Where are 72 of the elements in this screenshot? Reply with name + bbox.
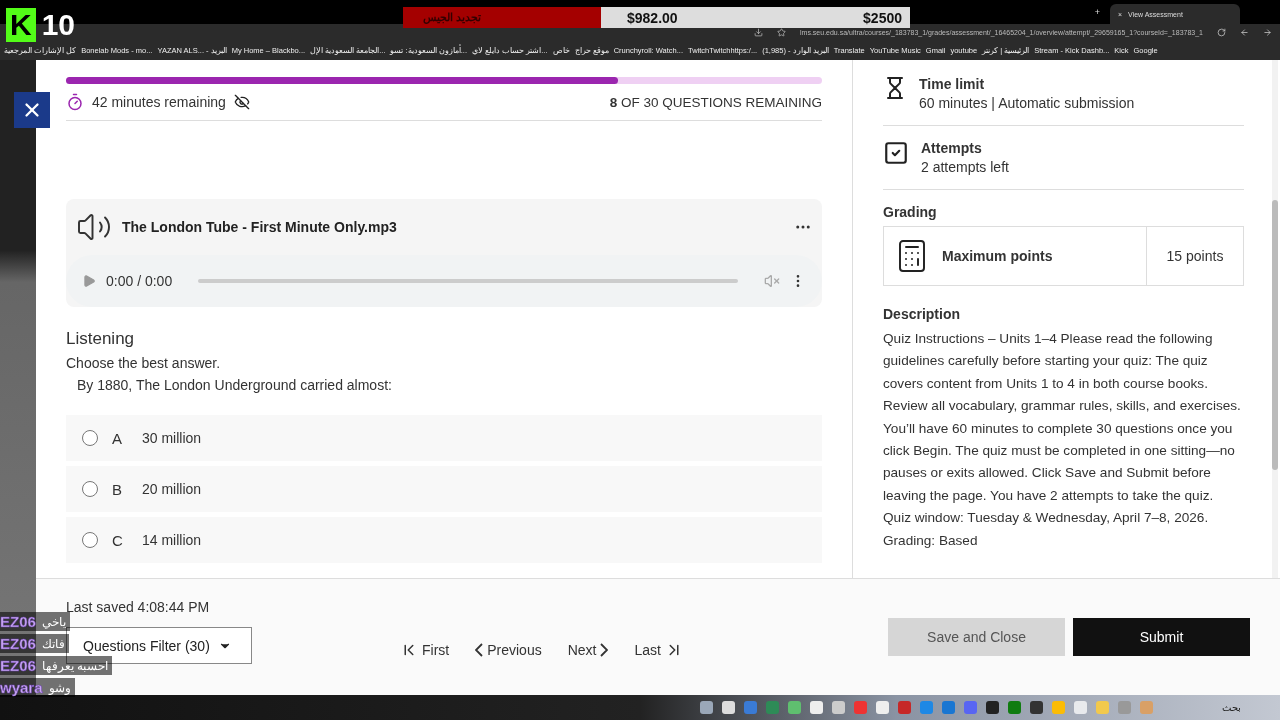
- goal-label: تجديد الجيس: [423, 11, 482, 24]
- taskbar-search[interactable]: بحث: [1222, 702, 1241, 713]
- submit-button[interactable]: Submit: [1073, 618, 1250, 656]
- chat-message: وشو: [48, 680, 71, 695]
- audio-player[interactable]: 0:00 / 0:00: [66, 255, 822, 307]
- audio-file-name: The London Tube - First Minute Only.mp3: [122, 219, 397, 235]
- taskbar-app-icon[interactable]: [700, 701, 713, 714]
- play-icon[interactable]: [82, 274, 96, 288]
- question-text: By 1880, The London Underground carried almost:: [76, 377, 393, 393]
- audio-time: 0:00 / 0:00: [106, 273, 173, 289]
- chevron-left-icon: [475, 643, 484, 657]
- answer-option[interactable]: C 14 million: [66, 517, 822, 563]
- chat-username: EZ06: [0, 613, 36, 630]
- description-heading: Description: [883, 306, 961, 322]
- taskbar-app-icon[interactable]: [810, 701, 823, 714]
- taskbar-app-icon[interactable]: [788, 701, 801, 714]
- hide-icon[interactable]: [233, 94, 250, 110]
- radio-button[interactable]: [82, 532, 98, 548]
- nav-button[interactable]: Previous: [475, 641, 542, 659]
- chat-message: فاتك: [41, 636, 65, 651]
- radio-button[interactable]: [82, 430, 98, 446]
- star-icon[interactable]: [777, 28, 786, 37]
- nav-button[interactable]: Last: [634, 641, 683, 659]
- option-letter: B: [112, 480, 123, 498]
- reload-icon[interactable]: [1217, 28, 1226, 37]
- nav-button[interactable]: Next: [567, 641, 609, 659]
- taskbar-app-icon[interactable]: [876, 701, 889, 714]
- download-icon[interactable]: [754, 28, 763, 37]
- scrollbar[interactable]: [1272, 60, 1278, 578]
- volume-icon[interactable]: [764, 273, 780, 289]
- taskbar-app-icon[interactable]: [832, 701, 845, 714]
- option-letter: C: [112, 531, 124, 549]
- back-icon[interactable]: [1240, 28, 1249, 37]
- chat-username: wyara: [0, 679, 43, 696]
- radio-button[interactable]: [82, 481, 98, 497]
- info-value: 2 attempts left: [921, 159, 1009, 175]
- option-text: 20 million: [142, 481, 202, 497]
- viewer-count: 10: [41, 8, 76, 42]
- instruction: Choose the best answer.: [66, 355, 222, 371]
- option-text: 30 million: [142, 430, 202, 446]
- info-title: Time limit: [919, 76, 986, 92]
- answer-option[interactable]: B 20 million: [66, 466, 822, 512]
- table-cell: Maximum points: [884, 227, 1147, 285]
- timer-icon: [66, 93, 84, 111]
- new-tab-button[interactable]: +: [1094, 7, 1100, 17]
- info-value: 60 minutes | Automatic submission: [919, 95, 1135, 111]
- chevron-right-icon: [600, 643, 609, 657]
- goal-target: $2500: [863, 9, 902, 26]
- chat-username: EZ06: [0, 635, 36, 652]
- section-heading: Listening: [66, 329, 136, 349]
- kick-logo: K: [6, 8, 36, 42]
- taskbar-app-icon[interactable]: [986, 701, 999, 714]
- audio-track[interactable]: [198, 279, 738, 283]
- chat-username: EZ06: [0, 657, 36, 674]
- taskbar-app-icon[interactable]: [722, 701, 735, 714]
- close-button[interactable]: [14, 92, 50, 128]
- time-remaining: 42 minutes remaining: [92, 94, 226, 110]
- option-text: 14 million: [142, 532, 202, 548]
- chat-message: ياخي: [41, 614, 66, 629]
- description-text: Quiz Instructions – Units 1–4 Please read the following guidelines carefully before starting your quiz: The quiz covers content from Units 1 to 4 in both course books. Review all vocabulary, grammar rules, skills, and exercises. You’ll have 60 minutes to complete 30 questions once you click Begin. The quiz must be completed in one sitting—no pauses or exits allowed. Click Save and Submit before leaving the page. You have 2 attempts to take the quiz. Quiz window: Tuesday & Wednesday, April 7–8, 2026. Grading: Based: [883, 330, 1242, 550]
- checkbox-icon: [883, 140, 909, 166]
- option-letter: A: [112, 429, 123, 447]
- table-cell-text: 15 points: [1165, 247, 1225, 266]
- nav-button[interactable]: First: [400, 641, 450, 659]
- last-saved: Last saved 4:08:44 PM: [66, 599, 211, 615]
- info-title: Attempts: [921, 140, 983, 156]
- taskbar-app-icon[interactable]: [1030, 701, 1043, 714]
- answer-option[interactable]: A 30 million: [66, 415, 822, 461]
- grading-heading: Grading: [883, 204, 938, 220]
- goal-raised: $982.00: [627, 9, 678, 26]
- questions-remaining: 8 OF 30 QUESTIONS REMAINING: [609, 94, 822, 110]
- forward-icon[interactable]: [1263, 28, 1272, 37]
